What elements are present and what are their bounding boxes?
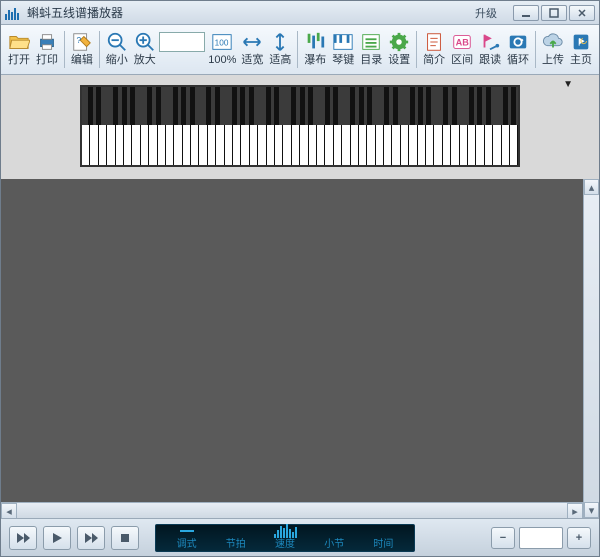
- upload-button[interactable]: 上传: [539, 27, 567, 72]
- piano-keyboard[interactable]: [80, 85, 520, 167]
- app-icon: [5, 6, 21, 20]
- transport-bar: 调式 节拍 速度 小节 时间 − +: [1, 518, 599, 556]
- svg-text:?: ?: [76, 36, 81, 45]
- title-bar: 蝌蚪五线谱播放器 升级: [1, 1, 599, 25]
- edit-button[interactable]: ? 编辑: [68, 27, 96, 72]
- collapse-arrow-icon[interactable]: ▼: [563, 79, 573, 90]
- home-icon: [570, 30, 592, 54]
- waterfall-icon: [304, 30, 326, 54]
- pencil-icon: ?: [71, 30, 93, 54]
- vertical-scrollbar[interactable]: ▴ ▾: [583, 179, 599, 518]
- app-window: 蝌蚪五线谱播放器 升级 打开 打印 ? 编辑 缩小 放大: [0, 0, 600, 557]
- close-button[interactable]: [569, 5, 595, 21]
- open-button[interactable]: 打开: [5, 27, 33, 72]
- print-button[interactable]: 打印: [33, 27, 61, 72]
- volume-up-button[interactable]: +: [567, 527, 591, 549]
- display-time: 时间: [359, 524, 408, 550]
- document-viewport: ▴ ▾ ◂ ▸: [1, 179, 599, 518]
- document-icon: [423, 30, 445, 54]
- scroll-up-button[interactable]: ▴: [584, 179, 599, 195]
- zoom-out-button[interactable]: 缩小: [103, 27, 131, 72]
- minimize-button[interactable]: [513, 5, 539, 21]
- fit-width-icon: [241, 30, 263, 54]
- scroll-right-button[interactable]: ▸: [567, 503, 583, 518]
- scroll-down-button[interactable]: ▾: [584, 502, 599, 518]
- range-ab-icon: AB: [451, 30, 473, 54]
- zoom-input[interactable]: [159, 32, 205, 52]
- svg-text:AB: AB: [456, 38, 470, 48]
- horizontal-scrollbar[interactable]: ◂ ▸: [1, 502, 583, 518]
- waterfall-button[interactable]: 瀑布: [301, 27, 329, 72]
- prev-button[interactable]: [9, 526, 37, 550]
- fit-width-button[interactable]: 适宽: [238, 27, 266, 72]
- catalog-button[interactable]: 目录: [357, 27, 385, 72]
- gear-icon: [388, 30, 410, 54]
- window-title: 蝌蚪五线谱播放器: [27, 4, 123, 21]
- follow-button[interactable]: 跟读: [476, 27, 504, 72]
- next-button[interactable]: [77, 526, 105, 550]
- cloud-upload-icon: [542, 30, 564, 54]
- folder-open-icon: [8, 30, 30, 54]
- display-measure: 小节: [310, 524, 359, 550]
- settings-button[interactable]: 设置: [385, 27, 413, 72]
- volume-group: − +: [491, 527, 591, 549]
- piano-keys-icon: [332, 30, 354, 54]
- volume-down-button[interactable]: −: [491, 527, 515, 549]
- loop-button[interactable]: 循环: [504, 27, 532, 72]
- content-area: ▼ ▴ ▾ ◂ ▸: [1, 75, 599, 518]
- display-beat: 节拍: [211, 524, 260, 550]
- scroll-left-button[interactable]: ◂: [1, 503, 17, 518]
- zoom-in-icon: [134, 30, 156, 54]
- fit-height-button[interactable]: 适高: [266, 27, 294, 72]
- keyboard-button[interactable]: 琴键: [329, 27, 357, 72]
- list-icon: [360, 30, 382, 54]
- zoom-out-icon: [106, 30, 128, 54]
- display-mode: 调式: [162, 530, 211, 550]
- zoom-combo[interactable]: .: [159, 27, 207, 72]
- loop-icon: [507, 30, 529, 54]
- printer-icon: [36, 30, 58, 54]
- fit-height-icon: [269, 30, 291, 54]
- score-panel: ▼: [1, 75, 599, 179]
- main-toolbar: 打开 打印 ? 编辑 缩小 放大 . 100 100% 适宽: [1, 25, 599, 75]
- svg-text:100: 100: [215, 39, 229, 48]
- stop-button[interactable]: [111, 526, 139, 550]
- follow-icon: [479, 30, 501, 54]
- status-display: 调式 节拍 速度 小节 时间: [155, 524, 415, 552]
- display-tempo: 速度: [260, 524, 309, 550]
- range-button[interactable]: AB 区间: [448, 27, 476, 72]
- play-button[interactable]: [43, 526, 71, 550]
- upgrade-link[interactable]: 升级: [469, 4, 503, 22]
- intro-button[interactable]: 简介: [420, 27, 448, 72]
- zoom-100-button[interactable]: 100 100%: [206, 27, 238, 72]
- maximize-button[interactable]: [541, 5, 567, 21]
- home-button[interactable]: 主页: [567, 27, 595, 72]
- volume-field[interactable]: [519, 527, 563, 549]
- zoom-in-button[interactable]: 放大: [131, 27, 159, 72]
- percent-100-icon: 100: [211, 30, 233, 54]
